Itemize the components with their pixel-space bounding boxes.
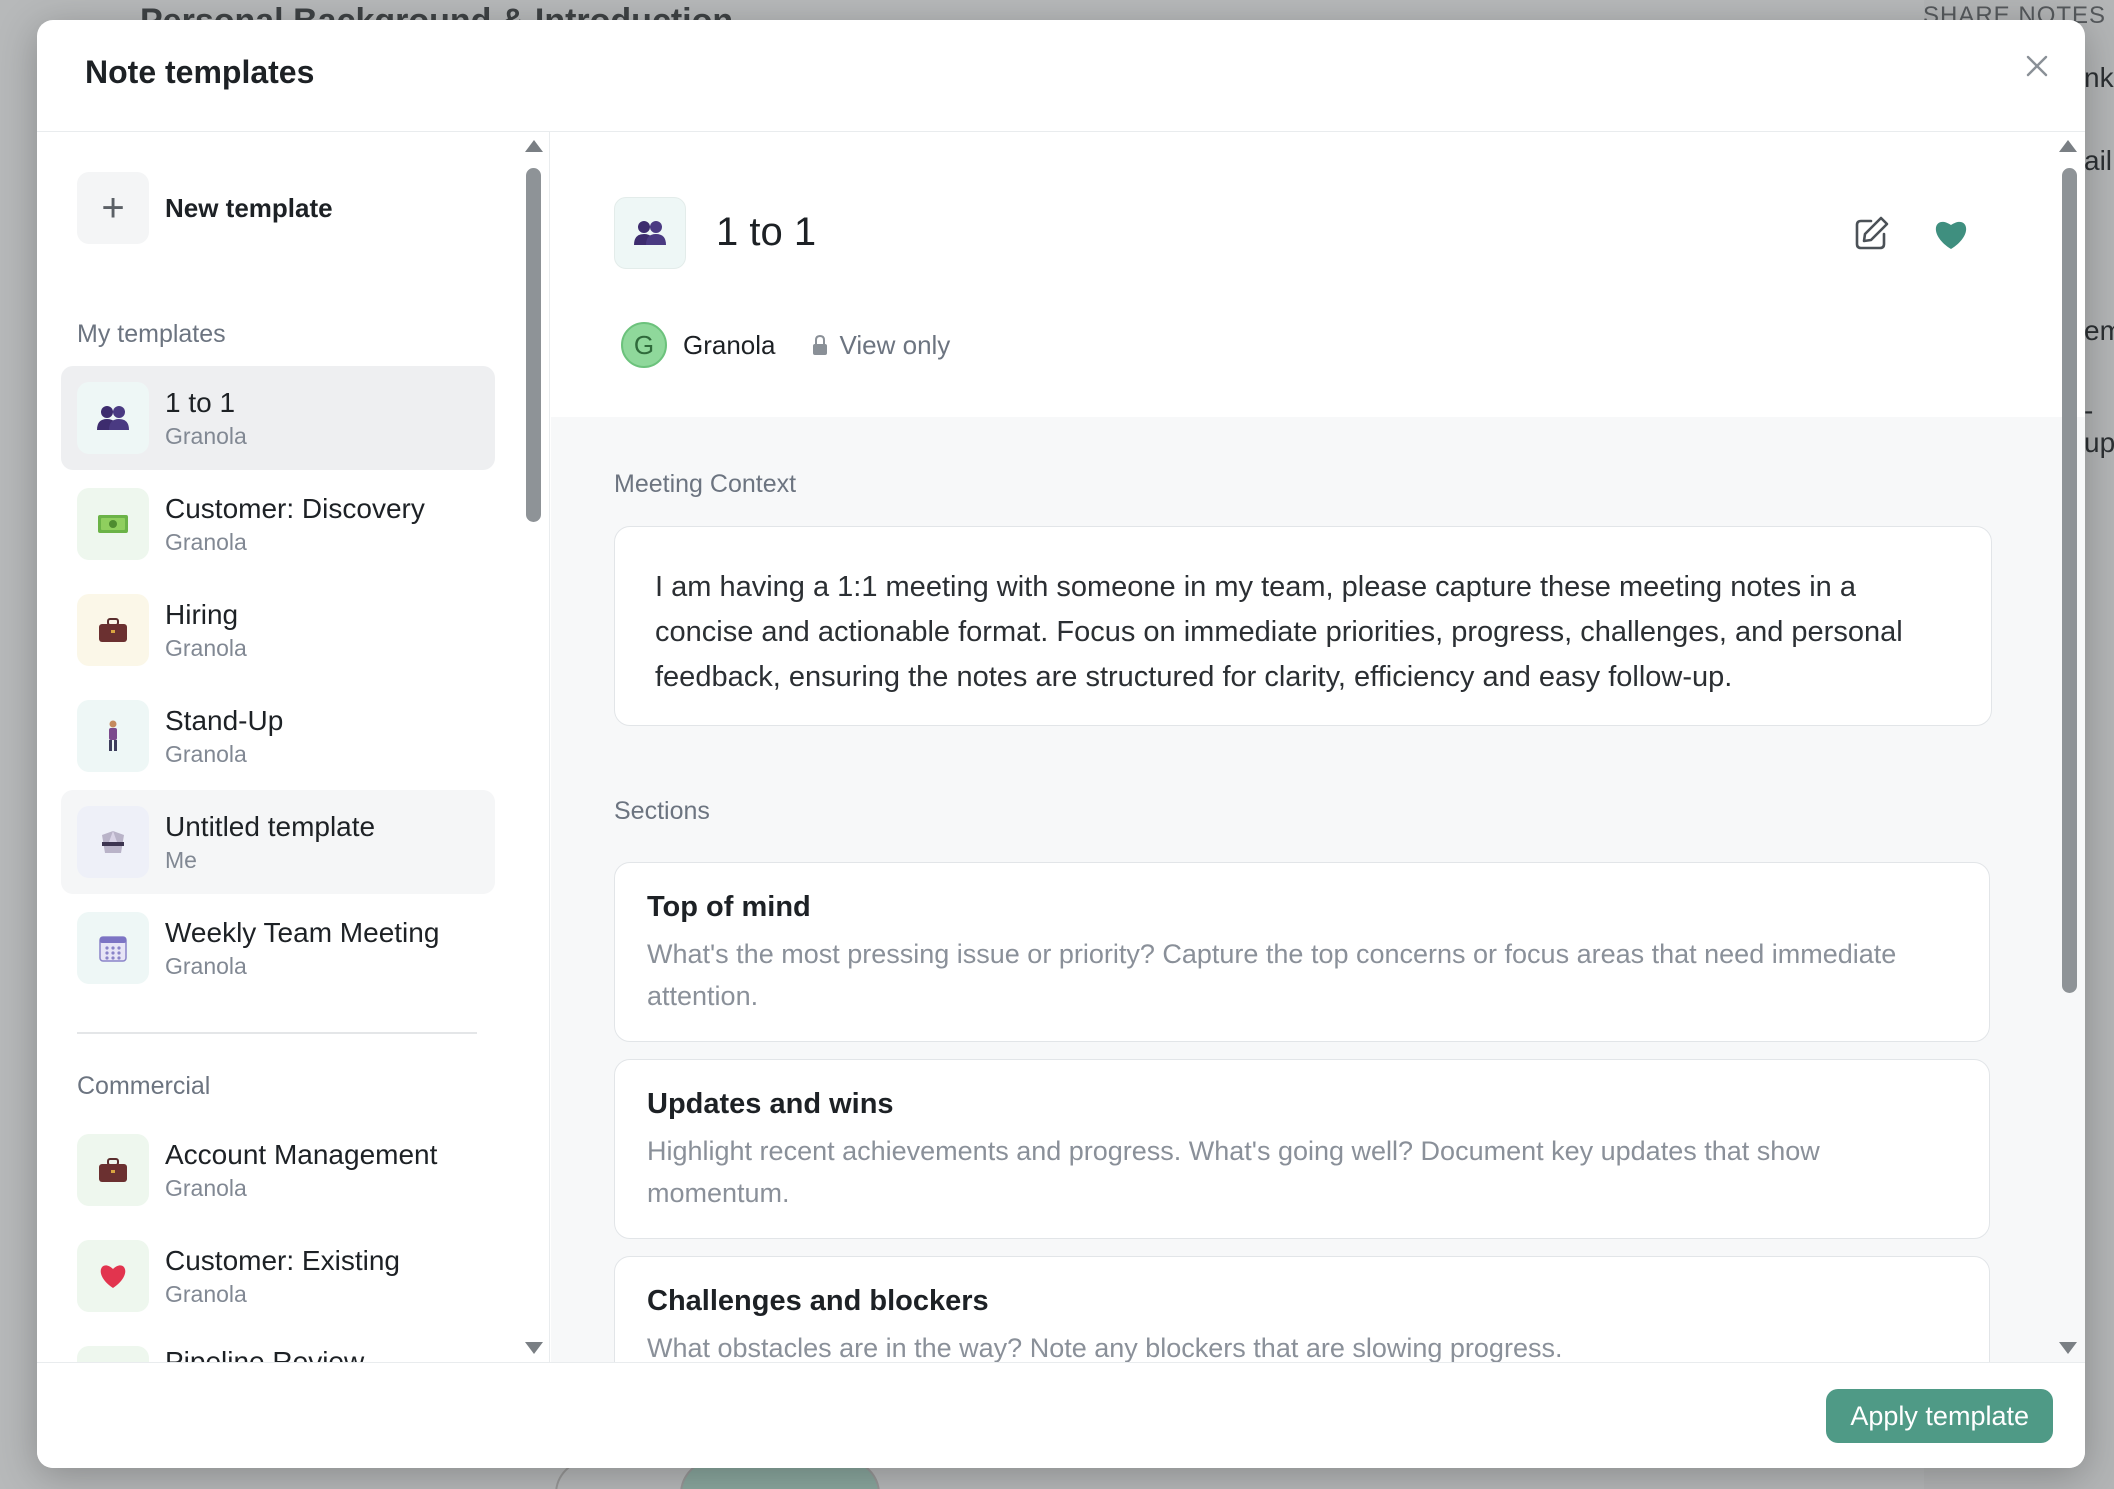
sidebar-scroll-down-arrow[interactable] — [525, 1342, 543, 1354]
owner-name: Granola — [683, 329, 776, 360]
main-scroll-up-arrow[interactable] — [2059, 140, 2077, 152]
modal-header: Note templates — [37, 20, 2085, 132]
template-item-untitled[interactable]: Untitled template Me — [61, 790, 495, 894]
favorite-heart-icon[interactable] — [1931, 214, 1971, 254]
modal-title: Note templates — [85, 54, 315, 90]
sidebar-divider — [77, 1032, 477, 1034]
template-name: Customer: Discovery — [165, 493, 425, 524]
template-owner: Me — [165, 847, 197, 873]
section-title: Challenges and blockers — [647, 1285, 989, 1317]
template-owner: Granola — [165, 953, 247, 979]
avatar: G — [621, 322, 667, 368]
two-people-icon — [77, 382, 149, 454]
briefcase-icon — [77, 1134, 149, 1206]
template-name: Weekly Team Meeting — [165, 917, 440, 948]
template-owner: Granola — [165, 1175, 247, 1201]
calendar-icon — [77, 912, 149, 984]
template-owner: Granola — [165, 635, 247, 661]
template-item-1-to-1[interactable]: 1 to 1 Granola — [61, 366, 495, 470]
main-scrollbar-thumb[interactable] — [2062, 168, 2077, 993]
modal-footer: Apply template — [37, 1362, 2085, 1468]
owner-row: G Granola View only — [621, 322, 950, 368]
template-name: 1 to 1 — [165, 387, 236, 418]
section-description: Highlight recent achievements and progre… — [647, 1136, 1820, 1208]
section-description: What's the most pressing issue or priori… — [647, 939, 1897, 1011]
briefcase-icon — [77, 594, 149, 666]
plus-icon: + — [77, 172, 149, 244]
my-templates-heading: My templates — [77, 320, 226, 348]
template-name: Untitled template — [165, 811, 376, 842]
heart-icon — [77, 1240, 149, 1312]
template-item-account-management[interactable]: Account Management Granola — [61, 1118, 495, 1222]
new-template-button[interactable]: + New template — [77, 172, 333, 244]
section-description: What obstacles are in the way? Note any … — [647, 1333, 1563, 1362]
meeting-context-heading: Meeting Context — [614, 470, 797, 498]
template-item-pipeline-review[interactable]: Pipeline Review — [61, 1330, 495, 1362]
money-icon — [77, 488, 149, 560]
template-owner: Granola — [165, 423, 247, 449]
main-scroll-down-arrow[interactable] — [2059, 1342, 2077, 1354]
section-card: Top of mind What's the most pressing iss… — [614, 862, 1990, 1042]
sidebar-scrollbar-thumb[interactable] — [526, 168, 541, 522]
sidebar-scroll-up-arrow[interactable] — [525, 140, 543, 152]
template-item-stand-up[interactable]: Stand-Up Granola — [61, 684, 495, 788]
template-name: Customer: Existing — [165, 1245, 400, 1276]
section-card: Updates and wins Highlight recent achiev… — [614, 1059, 1990, 1239]
template-item-customer-discovery[interactable]: Customer: Discovery Granola — [61, 472, 495, 576]
close-icon[interactable] — [2019, 48, 2055, 84]
lock-icon — [812, 334, 827, 355]
person-standing-icon — [77, 700, 149, 772]
two-people-icon — [614, 197, 686, 269]
template-name: Stand-Up — [165, 705, 284, 736]
template-item-hiring[interactable]: Hiring Granola — [61, 578, 495, 682]
section-card: Challenges and blockers What obstacles a… — [614, 1256, 1990, 1362]
commercial-heading: Commercial — [77, 1072, 211, 1100]
template-name: Pipeline Review — [165, 1346, 365, 1362]
section-title: Top of mind — [647, 891, 811, 923]
permission-label: View only — [839, 329, 951, 360]
background-fragment: ail — [2084, 145, 2113, 176]
meeting-context-text: I am having a 1:1 meeting with someone i… — [614, 526, 1992, 726]
template-detail-panel: 1 to 1 G Granola View only Meeting Conte… — [551, 132, 2085, 1362]
pencil-icon — [77, 1346, 149, 1362]
apply-template-button[interactable]: Apply template — [1826, 1389, 2053, 1443]
template-name: Hiring — [165, 599, 239, 630]
template-detail-header: 1 to 1 G Granola View only — [551, 132, 2085, 417]
martial-arts-icon — [77, 806, 149, 878]
sections-heading: Sections — [614, 797, 710, 825]
template-item-weekly-team-meeting[interactable]: Weekly Team Meeting Granola — [61, 896, 495, 1000]
template-owner: Granola — [165, 529, 247, 555]
background-fragment: em — [2084, 315, 2114, 346]
background-fragment: nk — [2084, 62, 2114, 93]
template-owner: Granola — [165, 1281, 247, 1307]
new-template-label: New template — [165, 192, 333, 223]
note-templates-modal: Note templates + New template My templat… — [37, 20, 2085, 1468]
template-title: 1 to 1 — [716, 210, 817, 254]
template-owner: Granola — [165, 741, 247, 767]
section-title: Updates and wins — [647, 1088, 894, 1120]
edit-icon[interactable] — [1851, 214, 1891, 254]
background-fragment: -up — [2084, 395, 2114, 458]
template-name: Account Management — [165, 1139, 438, 1170]
templates-sidebar: + New template My templates 1 to 1 Grano… — [37, 132, 550, 1362]
template-item-customer-existing[interactable]: Customer: Existing Granola — [61, 1224, 495, 1328]
